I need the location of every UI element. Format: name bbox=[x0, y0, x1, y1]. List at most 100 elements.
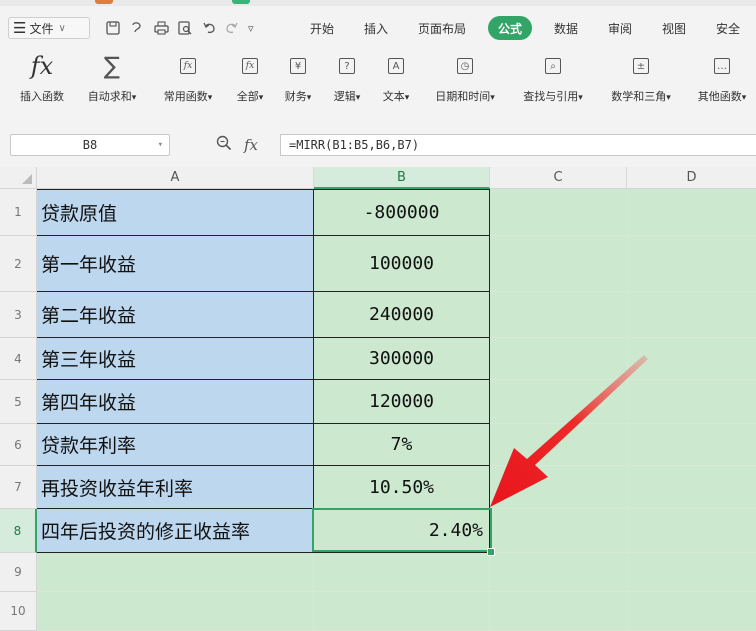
row-header[interactable]: 3 bbox=[0, 292, 37, 338]
row-header[interactable]: 10 bbox=[0, 592, 37, 631]
insert-function-button[interactable]: fx 插入函数 bbox=[12, 52, 72, 108]
math-icon: ± bbox=[633, 52, 649, 80]
gridline bbox=[490, 591, 756, 592]
fx-icon[interactable]: fx bbox=[244, 136, 258, 154]
finance-button[interactable]: ¥ 财务▾ bbox=[278, 52, 318, 108]
cell-a3[interactable]: 第二年收益 bbox=[37, 292, 314, 338]
cell-a10[interactable] bbox=[37, 592, 314, 631]
column-header-a[interactable]: A bbox=[37, 167, 314, 189]
lookup-icon-glyph: ⌕ bbox=[545, 58, 561, 74]
common-functions-button[interactable]: fx 常用函数▾ bbox=[155, 52, 221, 108]
finance-label: 财务 bbox=[284, 90, 307, 103]
row-header[interactable]: 9 bbox=[0, 553, 37, 592]
formula-bar-icons: fx bbox=[216, 134, 258, 156]
chevron-down-icon: ∨ bbox=[58, 22, 66, 34]
name-box-value: B8 bbox=[82, 138, 98, 152]
cell-b6[interactable]: 7% bbox=[314, 424, 490, 466]
print-icon[interactable] bbox=[154, 17, 169, 39]
tab-page-layout[interactable]: 页面布局 bbox=[418, 16, 466, 40]
tab-page-layout-label: 页面布局 bbox=[418, 21, 467, 36]
column-header-c[interactable]: C bbox=[490, 167, 627, 189]
file-menu-label: 文件 bbox=[29, 21, 54, 36]
row-header[interactable]: 8 bbox=[0, 509, 37, 553]
cell-b10[interactable] bbox=[314, 592, 490, 631]
active-document-tab-indicator[interactable] bbox=[232, 0, 250, 4]
formula-text: =MIRR(B1:B5,B6,B7) bbox=[289, 138, 420, 152]
cell-a6[interactable]: 贷款年利率 bbox=[37, 424, 314, 466]
red-arrow-annotation bbox=[490, 355, 648, 507]
formula-input[interactable]: =MIRR(B1:B5,B6,B7) bbox=[280, 134, 756, 156]
cell-a5[interactable]: 第四年收益 bbox=[37, 380, 314, 424]
document-tab-indicator[interactable] bbox=[95, 0, 113, 4]
all-functions-button[interactable]: fx 全部▾ bbox=[228, 52, 272, 108]
dropdown-arrow-icon: ▾ bbox=[741, 93, 747, 103]
tab-data[interactable]: 数据 bbox=[554, 16, 578, 40]
column-header-d-label: D bbox=[686, 170, 697, 185]
cell-b7[interactable]: 10.50% bbox=[314, 466, 490, 509]
clock-icon-glyph: ◷ bbox=[457, 58, 473, 74]
datetime-button[interactable]: ◷ 日期和时间▾ bbox=[426, 52, 504, 108]
hamburger-icon: ☰ bbox=[13, 19, 27, 37]
tab-formulas-label: 公式 bbox=[498, 21, 523, 36]
file-menu-button[interactable]: ☰ 文件 ∨ bbox=[8, 17, 90, 39]
row-header[interactable]: 1 bbox=[0, 189, 37, 236]
text-button[interactable]: A 文本▾ bbox=[376, 52, 416, 108]
tab-review[interactable]: 审阅 bbox=[608, 16, 632, 40]
function-box-icon: fx bbox=[242, 52, 258, 80]
question-icon: ? bbox=[339, 52, 355, 80]
customize-toolbar-icon[interactable]: ▿ bbox=[248, 17, 254, 39]
text-a-icon: A bbox=[388, 52, 404, 80]
star-function-icon: fx bbox=[180, 52, 196, 80]
column-header-d[interactable]: D bbox=[627, 167, 756, 189]
row-header[interactable]: 5 bbox=[0, 380, 37, 424]
cell-a7[interactable]: 再投资收益年利率 bbox=[37, 466, 314, 509]
yen-icon-glyph: ¥ bbox=[290, 58, 306, 74]
dropdown-arrow-icon: ▾ bbox=[355, 93, 361, 103]
tab-insert[interactable]: 插入 bbox=[364, 16, 388, 40]
dropdown-arrow-icon: ▾ bbox=[490, 93, 495, 103]
lookup-reference-button[interactable]: ⌕ 查找与引用▾ bbox=[512, 52, 594, 108]
column-header-b[interactable]: B bbox=[314, 167, 490, 189]
cell-b2[interactable]: 100000 bbox=[314, 236, 490, 292]
fill-handle[interactable] bbox=[487, 548, 495, 556]
math-trig-button[interactable]: ± 数学和三角▾ bbox=[600, 52, 682, 108]
cell-b3[interactable]: 240000 bbox=[314, 292, 490, 338]
insert-function-label: 插入函数 bbox=[20, 90, 64, 103]
gridline bbox=[490, 552, 756, 553]
cell-b5[interactable]: 120000 bbox=[314, 380, 490, 424]
row-header[interactable]: 7 bbox=[0, 466, 37, 509]
tab-data-label: 数据 bbox=[554, 21, 579, 36]
select-all-corner[interactable] bbox=[0, 167, 37, 189]
math-trig-label: 数学和三角 bbox=[611, 90, 667, 103]
window-tab-strip bbox=[0, 0, 756, 6]
autosum-button[interactable]: ∑ 自动求和▾ bbox=[80, 52, 144, 108]
chevron-down-icon[interactable]: ▾ bbox=[158, 140, 163, 150]
logic-button[interactable]: ? 逻辑▾ bbox=[327, 52, 367, 108]
cell-b9[interactable] bbox=[314, 553, 490, 592]
share-icon[interactable] bbox=[130, 17, 144, 39]
name-box[interactable]: B8 ▾ bbox=[10, 134, 170, 156]
undo-icon[interactable] bbox=[202, 17, 216, 39]
tab-formulas[interactable]: 公式 bbox=[488, 16, 533, 40]
row-header[interactable]: 4 bbox=[0, 338, 37, 380]
redo-icon[interactable] bbox=[225, 17, 239, 39]
row-header[interactable]: 6 bbox=[0, 424, 37, 466]
tab-start[interactable]: 开始 bbox=[310, 16, 334, 40]
print-preview-icon[interactable] bbox=[178, 17, 193, 39]
cell-a8[interactable]: 四年后投资的修正收益率 bbox=[37, 509, 314, 553]
row-header[interactable]: 2 bbox=[0, 236, 37, 292]
cell-a4[interactable]: 第三年收益 bbox=[37, 338, 314, 380]
text-a-icon-glyph: A bbox=[388, 58, 404, 74]
cell-a9[interactable] bbox=[37, 553, 314, 592]
cell-b4[interactable]: 300000 bbox=[314, 338, 490, 380]
dropdown-arrow-icon: ▾ bbox=[666, 93, 671, 103]
tab-security[interactable]: 安全 bbox=[716, 16, 740, 40]
cell-b1[interactable]: -800000 bbox=[314, 189, 490, 236]
other-functions-button[interactable]: … 其他函数▾ bbox=[689, 52, 755, 108]
zoom-search-icon[interactable] bbox=[216, 135, 232, 155]
cell-a2[interactable]: 第一年收益 bbox=[37, 236, 314, 292]
save-icon[interactable] bbox=[106, 17, 120, 39]
cell-b8[interactable]: 2.40% bbox=[314, 509, 490, 553]
tab-view[interactable]: 视图 bbox=[662, 16, 686, 40]
cell-a1[interactable]: 贷款原值 bbox=[37, 189, 314, 236]
